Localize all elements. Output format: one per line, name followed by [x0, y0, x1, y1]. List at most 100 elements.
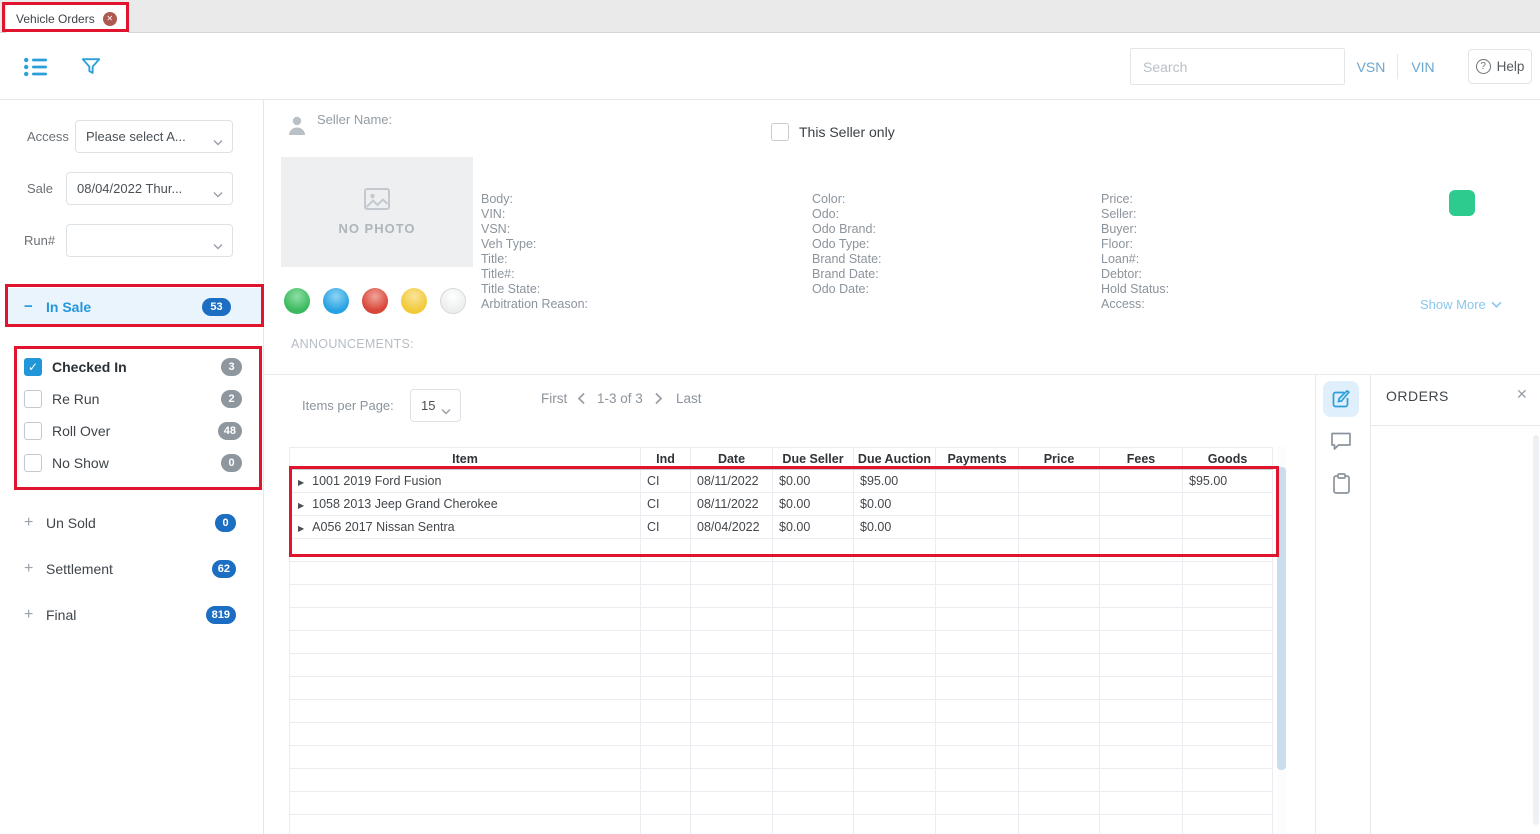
field-label: Loan#: [1101, 252, 1169, 267]
tab-close-icon[interactable]: ✕ [103, 12, 117, 26]
red-lamp-icon[interactable] [362, 288, 388, 314]
grid-empty-cell [1100, 792, 1183, 815]
sale-select[interactable]: 08/04/2022 Thur... [66, 172, 233, 205]
roll-over-count-badge: 48 [218, 422, 242, 440]
cell-item[interactable]: ▶A056 2017 Nissan Sentra [290, 516, 641, 539]
roll-over-label: Roll Over [52, 423, 110, 439]
field-label: Odo Date: [812, 282, 882, 297]
edit-order-icon[interactable] [1323, 381, 1359, 417]
col-header-payments[interactable]: Payments [936, 448, 1019, 470]
grid-empty-cell [773, 815, 854, 834]
col-header-date[interactable]: Date [691, 448, 773, 470]
re-run-checkbox[interactable] [24, 390, 42, 408]
col-header-goods[interactable]: Goods [1183, 448, 1273, 470]
grid-empty-row [290, 792, 1273, 815]
pagination-first[interactable]: First [541, 391, 567, 406]
cell-item[interactable]: ▶1058 2013 Jeep Grand Cherokee [290, 493, 641, 516]
sidebar-section-in-sale[interactable]: − In Sale 53 [7, 288, 263, 325]
pagination-prev-icon[interactable] [577, 392, 585, 410]
col-header-due-seller[interactable]: Due Seller [773, 448, 854, 470]
grid-empty-cell [691, 677, 773, 700]
no-show-checkbox[interactable] [24, 454, 42, 472]
grid-empty-cell [1019, 746, 1100, 769]
grid-empty-cell [290, 815, 641, 834]
checkbox-row-checked-in[interactable]: ✓ Checked In 3 [0, 351, 264, 383]
field-label: Floor: [1101, 237, 1169, 252]
grid-empty-cell [1183, 723, 1273, 746]
grid-empty-cell [936, 792, 1019, 815]
grid-empty-cell [1100, 677, 1183, 700]
grid-empty-cell [773, 608, 854, 631]
grid-empty-cell [773, 562, 854, 585]
col-header-fees[interactable]: Fees [1100, 448, 1183, 470]
this-seller-only-checkbox[interactable] [771, 123, 789, 141]
pagination-last[interactable]: Last [676, 391, 702, 406]
toolbar-divider [1397, 54, 1398, 79]
list-view-icon[interactable] [24, 57, 48, 82]
grid-empty-cell [773, 654, 854, 677]
panel-scrollbar[interactable] [1533, 435, 1539, 825]
grid-empty-cell [691, 654, 773, 677]
person-icon [288, 116, 306, 141]
orders-panel-close-icon[interactable]: ✕ [1516, 386, 1528, 403]
green-lamp-icon[interactable] [284, 288, 310, 314]
filter-icon[interactable] [80, 55, 102, 83]
cell-item[interactable]: ▶1001 2019 Ford Fusion [290, 470, 641, 493]
yellow-lamp-icon[interactable] [401, 288, 427, 314]
vin-button[interactable]: VIN [1400, 48, 1446, 85]
cell-due-auction: $0.00 [854, 493, 936, 516]
cell-fees [1100, 470, 1183, 493]
grid-scrollbar-thumb[interactable] [1277, 467, 1286, 770]
grid-empty-cell [936, 746, 1019, 769]
help-label: Help [1497, 59, 1525, 74]
grid-row[interactable]: ▶A056 2017 Nissan Sentra CI 08/04/2022 $… [290, 516, 1273, 539]
sidebar-section-un-sold[interactable]: + Un Sold 0 [0, 508, 264, 538]
checkbox-row-roll-over[interactable]: Roll Over 48 [0, 415, 264, 447]
grid-empty-cell [1100, 769, 1183, 792]
sidebar-section-final[interactable]: + Final 819 [0, 600, 264, 630]
detail-fields-column-2: Color: Odo: Odo Brand: Odo Type: Brand S… [812, 192, 882, 297]
grid-empty-cell [691, 562, 773, 585]
grid-empty-rows [290, 539, 1273, 834]
white-lamp-icon[interactable] [440, 288, 466, 314]
checkbox-row-re-run[interactable]: Re Run 2 [0, 383, 264, 415]
grid-empty-cell [290, 631, 641, 654]
vsn-button[interactable]: VSN [1348, 48, 1394, 85]
no-photo-label: NO PHOTO [338, 221, 415, 236]
checkbox-row-no-show[interactable]: No Show 0 [0, 447, 264, 479]
show-more-link[interactable]: Show More [1420, 297, 1502, 312]
items-per-page-label: Items per Page: [302, 398, 394, 413]
grid-empty-cell [936, 654, 1019, 677]
grid-empty-row [290, 746, 1273, 769]
search-input[interactable] [1130, 48, 1345, 85]
help-button[interactable]: ? Help [1468, 49, 1532, 84]
col-header-due-auction[interactable]: Due Auction [854, 448, 936, 470]
expand-row-icon[interactable]: ▶ [298, 478, 304, 487]
comment-icon[interactable] [1323, 423, 1359, 459]
sidebar: Access Please select A... Sale 08/04/202… [0, 100, 264, 834]
grid-empty-cell [1100, 562, 1183, 585]
roll-over-checkbox[interactable] [24, 422, 42, 440]
pagination-next-icon[interactable] [655, 392, 663, 410]
grid-empty-row [290, 631, 1273, 654]
clipboard-icon[interactable] [1323, 465, 1359, 501]
grid-empty-cell [1019, 769, 1100, 792]
access-select[interactable]: Please select A... [75, 120, 233, 153]
col-header-item[interactable]: Item [290, 448, 641, 470]
expand-row-icon[interactable]: ▶ [298, 524, 304, 533]
grid-empty-cell [854, 746, 936, 769]
items-per-page-select[interactable]: 15 [410, 389, 461, 422]
sidebar-section-settlement[interactable]: + Settlement 62 [0, 554, 264, 584]
cell-due-seller: $0.00 [773, 470, 854, 493]
checked-in-checkbox[interactable]: ✓ [24, 358, 42, 376]
tab-vehicle-orders[interactable]: Vehicle Orders ✕ [6, 3, 128, 34]
col-header-price[interactable]: Price [1019, 448, 1100, 470]
grid-empty-cell [854, 654, 936, 677]
grid-row[interactable]: ▶1058 2013 Jeep Grand Cherokee CI 08/11/… [290, 493, 1273, 516]
re-run-label: Re Run [52, 391, 99, 407]
grid-row[interactable]: ▶1001 2019 Ford Fusion CI 08/11/2022 $0.… [290, 470, 1273, 493]
blue-lamp-icon[interactable] [323, 288, 349, 314]
run-number-select[interactable] [66, 224, 233, 257]
col-header-ind[interactable]: Ind [641, 448, 691, 470]
expand-row-icon[interactable]: ▶ [298, 501, 304, 510]
